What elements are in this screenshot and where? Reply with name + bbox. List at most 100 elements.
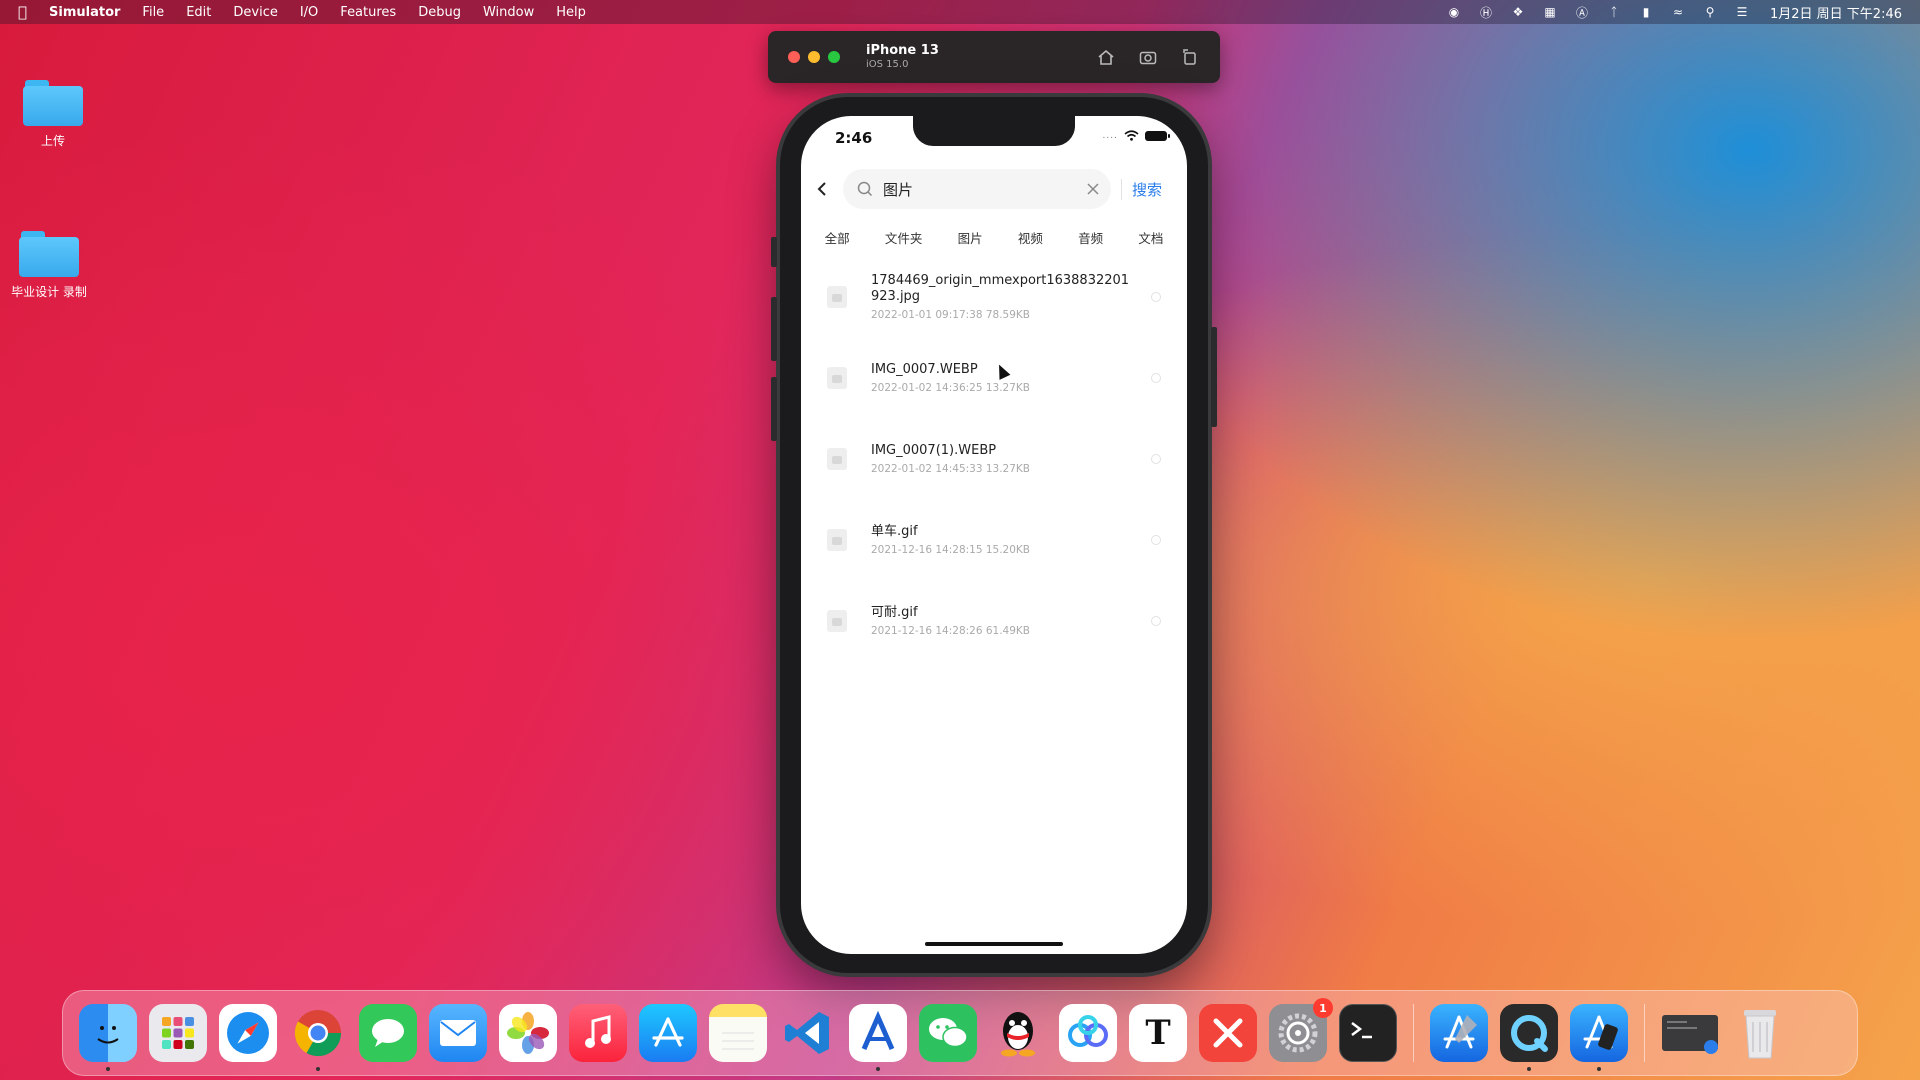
tab-documents[interactable]: 文档 (1132, 224, 1169, 251)
dock-separator (1644, 1004, 1645, 1062)
iphone-device: 2:46 .... 搜索 全部 文 (771, 97, 1217, 973)
phone-battery-icon (1145, 130, 1170, 141)
menu-clock[interactable]: 1月2日 周日 下午2:46 (1770, 3, 1902, 22)
wechat-icon[interactable] (919, 1004, 977, 1062)
minimize-window-button[interactable] (808, 51, 820, 63)
photos-icon[interactable] (499, 1004, 557, 1062)
tab-audio[interactable]: 音频 (1072, 224, 1109, 251)
spotlight-icon[interactable]: ⚲ (1702, 5, 1718, 19)
apple-menu-icon[interactable]:  (18, 3, 27, 21)
launchpad-icon[interactable] (149, 1004, 207, 1062)
instruments-icon[interactable] (849, 1004, 907, 1071)
cellular-signal-icon: .... (1102, 130, 1118, 141)
input-method-icon[interactable]: Ⓐ (1574, 5, 1590, 20)
menu-window[interactable]: Window (483, 5, 534, 20)
record-icon[interactable]: ◉ (1446, 5, 1462, 19)
xcode-icon[interactable] (1430, 1004, 1488, 1062)
volume-up-button (771, 297, 777, 361)
safari-icon[interactable] (219, 1004, 277, 1062)
menu-device[interactable]: Device (233, 5, 277, 20)
search-button[interactable]: 搜索 (1121, 178, 1162, 200)
cube-status-icon[interactable]: ❖ (1510, 5, 1526, 19)
zoom-window-button[interactable] (828, 51, 840, 63)
trash-icon[interactable] (1731, 1004, 1789, 1062)
select-radio[interactable] (1151, 372, 1161, 383)
menu-help[interactable]: Help (556, 5, 586, 20)
tab-folders[interactable]: 文件夹 (879, 224, 929, 251)
menu-file[interactable]: File (142, 5, 164, 20)
menu-edit[interactable]: Edit (186, 5, 211, 20)
file-meta: 2022-01-02 14:45:33 13.27KB (871, 462, 1031, 475)
h-status-icon[interactable]: Ⓗ (1478, 5, 1494, 20)
os-version: iOS 15.0 (866, 59, 909, 70)
phone-screen: 2:46 .... 搜索 全部 文 (801, 116, 1187, 954)
notice-status-icon[interactable]: ▦ (1542, 5, 1558, 19)
folder-icon (19, 231, 79, 277)
tab-images[interactable]: 图片 (952, 224, 989, 251)
desktop-folder-upload[interactable]: 上传 (0, 80, 108, 149)
app-store-icon[interactable] (639, 1004, 697, 1062)
select-radio[interactable] (1151, 534, 1161, 545)
file-name: 1784469_origin_mmexport1638832201923.jpg (871, 272, 1130, 304)
simulator-title-bar[interactable]: iPhone 13 iOS 15.0 (768, 31, 1220, 83)
qq-icon[interactable] (989, 1004, 1047, 1062)
control-center-icon[interactable]: ☰ (1734, 5, 1750, 19)
finder-icon[interactable] (79, 1004, 137, 1071)
back-button[interactable] (801, 181, 843, 197)
mail-icon[interactable] (429, 1004, 487, 1062)
notes-icon[interactable] (709, 1004, 767, 1062)
bluetooth-icon[interactable]: ᛏ (1606, 5, 1622, 19)
messages-icon[interactable] (359, 1004, 417, 1062)
file-name: 可耐.gif (871, 604, 918, 620)
menu-bar:  Simulator File Edit Device I/O Feature… (0, 0, 1920, 24)
file-row[interactable]: 可耐.gif 2021-12-16 14:28:26 61.49KB (801, 580, 1187, 661)
file-row[interactable]: 单车.gif 2021-12-16 14:28:15 15.20KB (801, 499, 1187, 580)
phone-status-icons: .... (1102, 130, 1170, 141)
baidu-netdisk-icon[interactable] (1059, 1004, 1117, 1062)
select-radio[interactable] (1151, 453, 1161, 464)
search-icon (857, 181, 873, 197)
file-info: 可耐.gif 2021-12-16 14:28:26 61.49KB (871, 605, 1131, 637)
tab-videos[interactable]: 视频 (1012, 224, 1049, 251)
screenshot-icon[interactable] (1138, 48, 1158, 66)
chrome-icon[interactable] (289, 1004, 347, 1071)
recent-window-icon[interactable] (1661, 1004, 1719, 1062)
menu-app-name[interactable]: Simulator (49, 5, 120, 20)
phone-wifi-icon (1124, 130, 1139, 141)
image-file-icon (827, 285, 847, 308)
simulator-app-icon[interactable] (1570, 1004, 1628, 1071)
file-row[interactable]: IMG_0007.WEBP 2022-01-02 14:36:25 13.27K… (801, 337, 1187, 418)
category-tabs: 全部 文件夹 图片 视频 音频 文档 (801, 224, 1187, 251)
music-icon[interactable] (569, 1004, 627, 1062)
clear-search-button[interactable] (1087, 183, 1099, 195)
desktop-folder-label: 毕业设计 录制 (11, 285, 87, 299)
search-input[interactable] (881, 179, 1055, 199)
home-icon[interactable] (1096, 48, 1116, 66)
vscode-icon[interactable] (779, 1004, 837, 1062)
home-indicator[interactable] (925, 942, 1063, 946)
wifi-icon[interactable]: ≈ (1670, 5, 1686, 19)
xmind-icon[interactable] (1199, 1004, 1257, 1062)
tab-all[interactable]: 全部 (819, 224, 856, 251)
menu-io[interactable]: I/O (300, 5, 318, 20)
phone-status-time: 2:46 (835, 129, 873, 147)
battery-icon[interactable]: ▮ (1638, 5, 1654, 19)
terminal-icon[interactable] (1339, 1004, 1397, 1062)
quicktime-icon[interactable] (1500, 1004, 1558, 1071)
file-row[interactable]: IMG_0007(1).WEBP 2022-01-02 14:45:33 13.… (801, 418, 1187, 499)
file-row[interactable]: 1784469_origin_mmexport1638832201923.jpg… (801, 256, 1187, 337)
close-window-button[interactable] (788, 51, 800, 63)
select-radio[interactable] (1151, 291, 1161, 302)
notification-badge: 1 (1313, 998, 1333, 1018)
menu-debug[interactable]: Debug (418, 5, 461, 20)
search-box[interactable] (843, 169, 1111, 209)
file-meta: 2022-01-01 09:17:38 78.59KB (871, 308, 1031, 321)
select-radio[interactable] (1151, 615, 1161, 626)
rotate-icon[interactable] (1180, 48, 1200, 66)
system-preferences-icon[interactable]: 1 (1269, 998, 1333, 1062)
menu-features[interactable]: Features (340, 5, 396, 20)
typora-icon[interactable]: T (1129, 1004, 1187, 1062)
folder-icon (23, 80, 83, 126)
image-file-icon (827, 366, 847, 389)
desktop-folder-graduation[interactable]: 毕业设计 录制 (0, 231, 104, 300)
